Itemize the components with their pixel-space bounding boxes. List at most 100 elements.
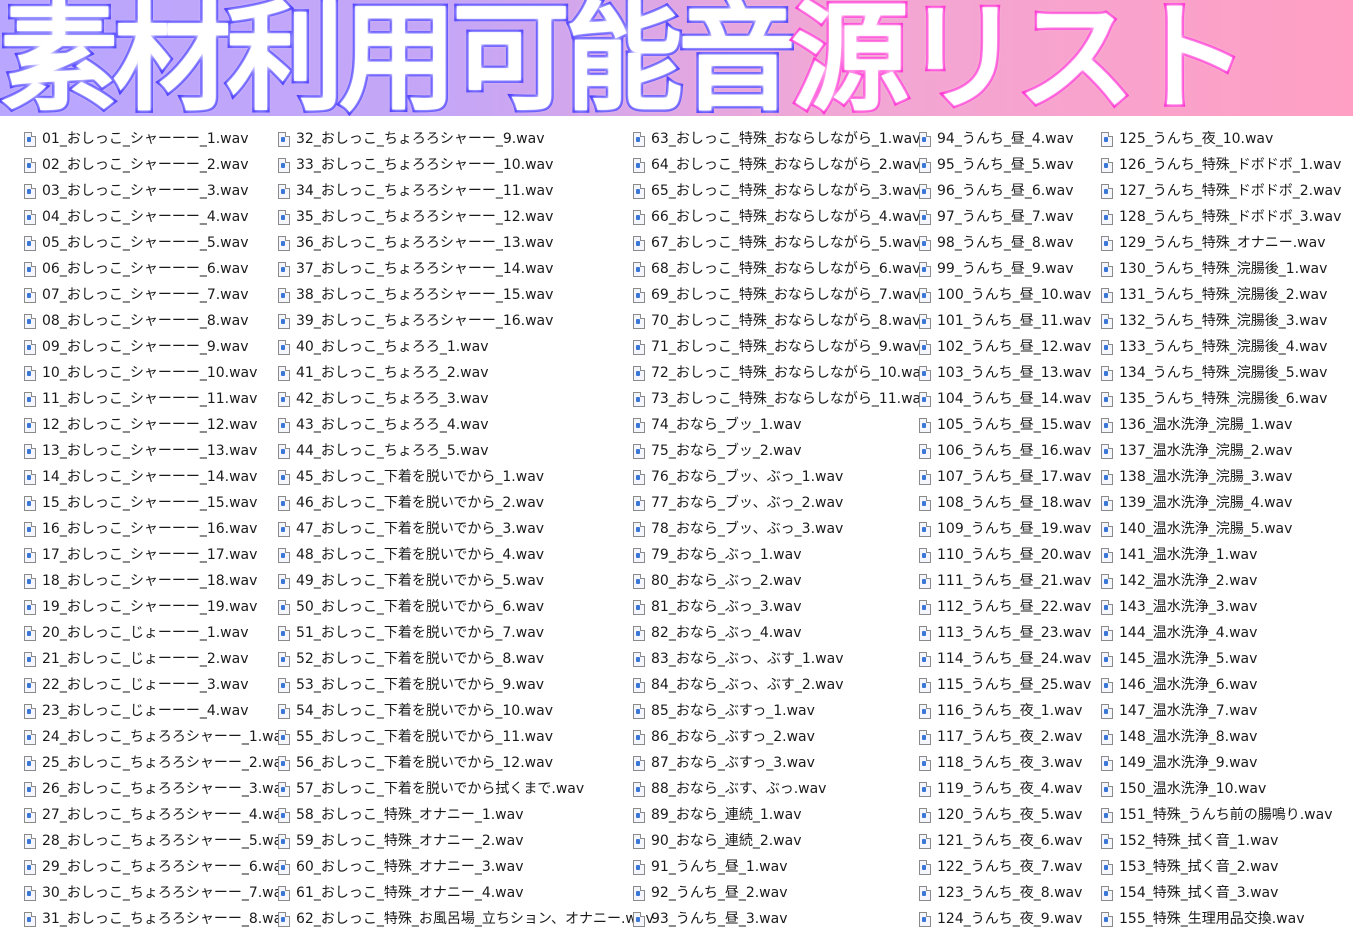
file-item[interactable]: 22_おしっこ_じょーーー_3.wav	[24, 672, 291, 698]
file-item[interactable]: 47_おしっこ_下着を脱いでから_3.wav	[278, 516, 654, 542]
file-item[interactable]: 39_おしっこ_ちょろろシャーー_16.wav	[278, 308, 654, 334]
file-item[interactable]: 113_うんち_昼_23.wav	[919, 620, 1091, 646]
file-item[interactable]: 24_おしっこ_ちょろろシャーー_1.wav	[24, 724, 291, 750]
file-item[interactable]: 153_特殊_拭く音_2.wav	[1101, 854, 1341, 880]
file-item[interactable]: 06_おしっこ_シャーーー_6.wav	[24, 256, 291, 282]
file-item[interactable]: 133_うんち_特殊_浣腸後_4.wav	[1101, 334, 1341, 360]
file-item[interactable]: 126_うんち_特殊_ドボドボ_1.wav	[1101, 152, 1341, 178]
file-item[interactable]: 42_おしっこ_ちょろろ_3.wav	[278, 386, 654, 412]
file-item[interactable]: 64_おしっこ_特殊_おならしながら_2.wav	[633, 152, 929, 178]
file-item[interactable]: 03_おしっこ_シャーーー_3.wav	[24, 178, 291, 204]
file-item[interactable]: 13_おしっこ_シャーーー_13.wav	[24, 438, 291, 464]
file-item[interactable]: 07_おしっこ_シャーーー_7.wav	[24, 282, 291, 308]
file-item[interactable]: 08_おしっこ_シャーーー_8.wav	[24, 308, 291, 334]
file-item[interactable]: 83_おなら_ぶっ、ぶす_1.wav	[633, 646, 929, 672]
file-item[interactable]: 103_うんち_昼_13.wav	[919, 360, 1091, 386]
file-item[interactable]: 141_温水洗浄_1.wav	[1101, 542, 1341, 568]
file-item[interactable]: 09_おしっこ_シャーーー_9.wav	[24, 334, 291, 360]
file-item[interactable]: 51_おしっこ_下着を脱いでから_7.wav	[278, 620, 654, 646]
file-item[interactable]: 115_うんち_昼_25.wav	[919, 672, 1091, 698]
file-item[interactable]: 52_おしっこ_下着を脱いでから_8.wav	[278, 646, 654, 672]
file-item[interactable]: 50_おしっこ_下着を脱いでから_6.wav	[278, 594, 654, 620]
file-item[interactable]: 60_おしっこ_特殊_オナニー_3.wav	[278, 854, 654, 880]
file-item[interactable]: 57_おしっこ_下着を脱いでから拭くまで.wav	[278, 776, 654, 802]
file-item[interactable]: 41_おしっこ_ちょろろ_2.wav	[278, 360, 654, 386]
file-item[interactable]: 124_うんち_夜_9.wav	[919, 906, 1091, 932]
file-item[interactable]: 34_おしっこ_ちょろろシャーー_11.wav	[278, 178, 654, 204]
file-item[interactable]: 56_おしっこ_下着を脱いでから_12.wav	[278, 750, 654, 776]
file-item[interactable]: 148_温水洗浄_8.wav	[1101, 724, 1341, 750]
file-item[interactable]: 63_おしっこ_特殊_おならしながら_1.wav	[633, 126, 929, 152]
file-item[interactable]: 99_うんち_昼_9.wav	[919, 256, 1091, 282]
file-item[interactable]: 92_うんち_昼_2.wav	[633, 880, 929, 906]
file-item[interactable]: 48_おしっこ_下着を脱いでから_4.wav	[278, 542, 654, 568]
file-item[interactable]: 01_おしっこ_シャーーー_1.wav	[24, 126, 291, 152]
file-item[interactable]: 123_うんち_夜_8.wav	[919, 880, 1091, 906]
file-item[interactable]: 30_おしっこ_ちょろろシャーー_7.wav	[24, 880, 291, 906]
file-item[interactable]: 19_おしっこ_シャーーー_19.wav	[24, 594, 291, 620]
file-item[interactable]: 59_おしっこ_特殊_オナニー_2.wav	[278, 828, 654, 854]
file-item[interactable]: 98_うんち_昼_8.wav	[919, 230, 1091, 256]
file-item[interactable]: 93_うんち_昼_3.wav	[633, 906, 929, 932]
file-item[interactable]: 116_うんち_夜_1.wav	[919, 698, 1091, 724]
file-item[interactable]: 80_おなら_ぶっ_2.wav	[633, 568, 929, 594]
file-item[interactable]: 43_おしっこ_ちょろろ_4.wav	[278, 412, 654, 438]
file-item[interactable]: 55_おしっこ_下着を脱いでから_11.wav	[278, 724, 654, 750]
file-item[interactable]: 131_うんち_特殊_浣腸後_2.wav	[1101, 282, 1341, 308]
file-item[interactable]: 90_おなら_連続_2.wav	[633, 828, 929, 854]
file-item[interactable]: 82_おなら_ぶっ_4.wav	[633, 620, 929, 646]
file-item[interactable]: 142_温水洗浄_2.wav	[1101, 568, 1341, 594]
file-item[interactable]: 25_おしっこ_ちょろろシャーー_2.wav	[24, 750, 291, 776]
file-item[interactable]: 46_おしっこ_下着を脱いでから_2.wav	[278, 490, 654, 516]
file-item[interactable]: 12_おしっこ_シャーーー_12.wav	[24, 412, 291, 438]
file-item[interactable]: 89_おなら_連続_1.wav	[633, 802, 929, 828]
file-item[interactable]: 132_うんち_特殊_浣腸後_3.wav	[1101, 308, 1341, 334]
file-item[interactable]: 32_おしっこ_ちょろろシャーー_9.wav	[278, 126, 654, 152]
file-item[interactable]: 69_おしっこ_特殊_おならしながら_7.wav	[633, 282, 929, 308]
file-item[interactable]: 117_うんち_夜_2.wav	[919, 724, 1091, 750]
file-item[interactable]: 106_うんち_昼_16.wav	[919, 438, 1091, 464]
file-item[interactable]: 66_おしっこ_特殊_おならしながら_4.wav	[633, 204, 929, 230]
file-item[interactable]: 37_おしっこ_ちょろろシャーー_14.wav	[278, 256, 654, 282]
file-item[interactable]: 79_おなら_ぶっ_1.wav	[633, 542, 929, 568]
file-item[interactable]: 05_おしっこ_シャーーー_5.wav	[24, 230, 291, 256]
file-item[interactable]: 121_うんち_夜_6.wav	[919, 828, 1091, 854]
file-item[interactable]: 78_おなら_ブッ、ぶっ_3.wav	[633, 516, 929, 542]
file-item[interactable]: 97_うんち_昼_7.wav	[919, 204, 1091, 230]
file-item[interactable]: 147_温水洗浄_7.wav	[1101, 698, 1341, 724]
file-item[interactable]: 15_おしっこ_シャーーー_15.wav	[24, 490, 291, 516]
file-item[interactable]: 125_うんち_夜_10.wav	[1101, 126, 1341, 152]
file-item[interactable]: 26_おしっこ_ちょろろシャーー_3.wav	[24, 776, 291, 802]
file-item[interactable]: 74_おなら_ブッ_1.wav	[633, 412, 929, 438]
file-item[interactable]: 146_温水洗浄_6.wav	[1101, 672, 1341, 698]
file-item[interactable]: 28_おしっこ_ちょろろシャーー_5.wav	[24, 828, 291, 854]
file-item[interactable]: 33_おしっこ_ちょろろシャーー_10.wav	[278, 152, 654, 178]
file-item[interactable]: 130_うんち_特殊_浣腸後_1.wav	[1101, 256, 1341, 282]
file-item[interactable]: 102_うんち_昼_12.wav	[919, 334, 1091, 360]
file-item[interactable]: 119_うんち_夜_4.wav	[919, 776, 1091, 802]
file-item[interactable]: 75_おなら_ブッ_2.wav	[633, 438, 929, 464]
file-item[interactable]: 40_おしっこ_ちょろろ_1.wav	[278, 334, 654, 360]
file-item[interactable]: 14_おしっこ_シャーーー_14.wav	[24, 464, 291, 490]
file-item[interactable]: 150_温水洗浄_10.wav	[1101, 776, 1341, 802]
file-item[interactable]: 101_うんち_昼_11.wav	[919, 308, 1091, 334]
file-item[interactable]: 81_おなら_ぶっ_3.wav	[633, 594, 929, 620]
file-item[interactable]: 104_うんち_昼_14.wav	[919, 386, 1091, 412]
file-item[interactable]: 143_温水洗浄_3.wav	[1101, 594, 1341, 620]
file-item[interactable]: 108_うんち_昼_18.wav	[919, 490, 1091, 516]
file-item[interactable]: 120_うんち_夜_5.wav	[919, 802, 1091, 828]
file-item[interactable]: 84_おなら_ぶっ、ぶす_2.wav	[633, 672, 929, 698]
file-item[interactable]: 21_おしっこ_じょーーー_2.wav	[24, 646, 291, 672]
file-item[interactable]: 128_うんち_特殊_ドボドボ_3.wav	[1101, 204, 1341, 230]
file-item[interactable]: 49_おしっこ_下着を脱いでから_5.wav	[278, 568, 654, 594]
file-item[interactable]: 11_おしっこ_シャーーー_11.wav	[24, 386, 291, 412]
file-item[interactable]: 70_おしっこ_特殊_おならしながら_8.wav	[633, 308, 929, 334]
file-item[interactable]: 76_おなら_ブッ、ぶっ_1.wav	[633, 464, 929, 490]
file-item[interactable]: 73_おしっこ_特殊_おならしながら_11.wav	[633, 386, 929, 412]
file-item[interactable]: 68_おしっこ_特殊_おならしながら_6.wav	[633, 256, 929, 282]
file-item[interactable]: 112_うんち_昼_22.wav	[919, 594, 1091, 620]
file-item[interactable]: 149_温水洗浄_9.wav	[1101, 750, 1341, 776]
file-item[interactable]: 27_おしっこ_ちょろろシャーー_4.wav	[24, 802, 291, 828]
file-item[interactable]: 94_うんち_昼_4.wav	[919, 126, 1091, 152]
file-item[interactable]: 134_うんち_特殊_浣腸後_5.wav	[1101, 360, 1341, 386]
